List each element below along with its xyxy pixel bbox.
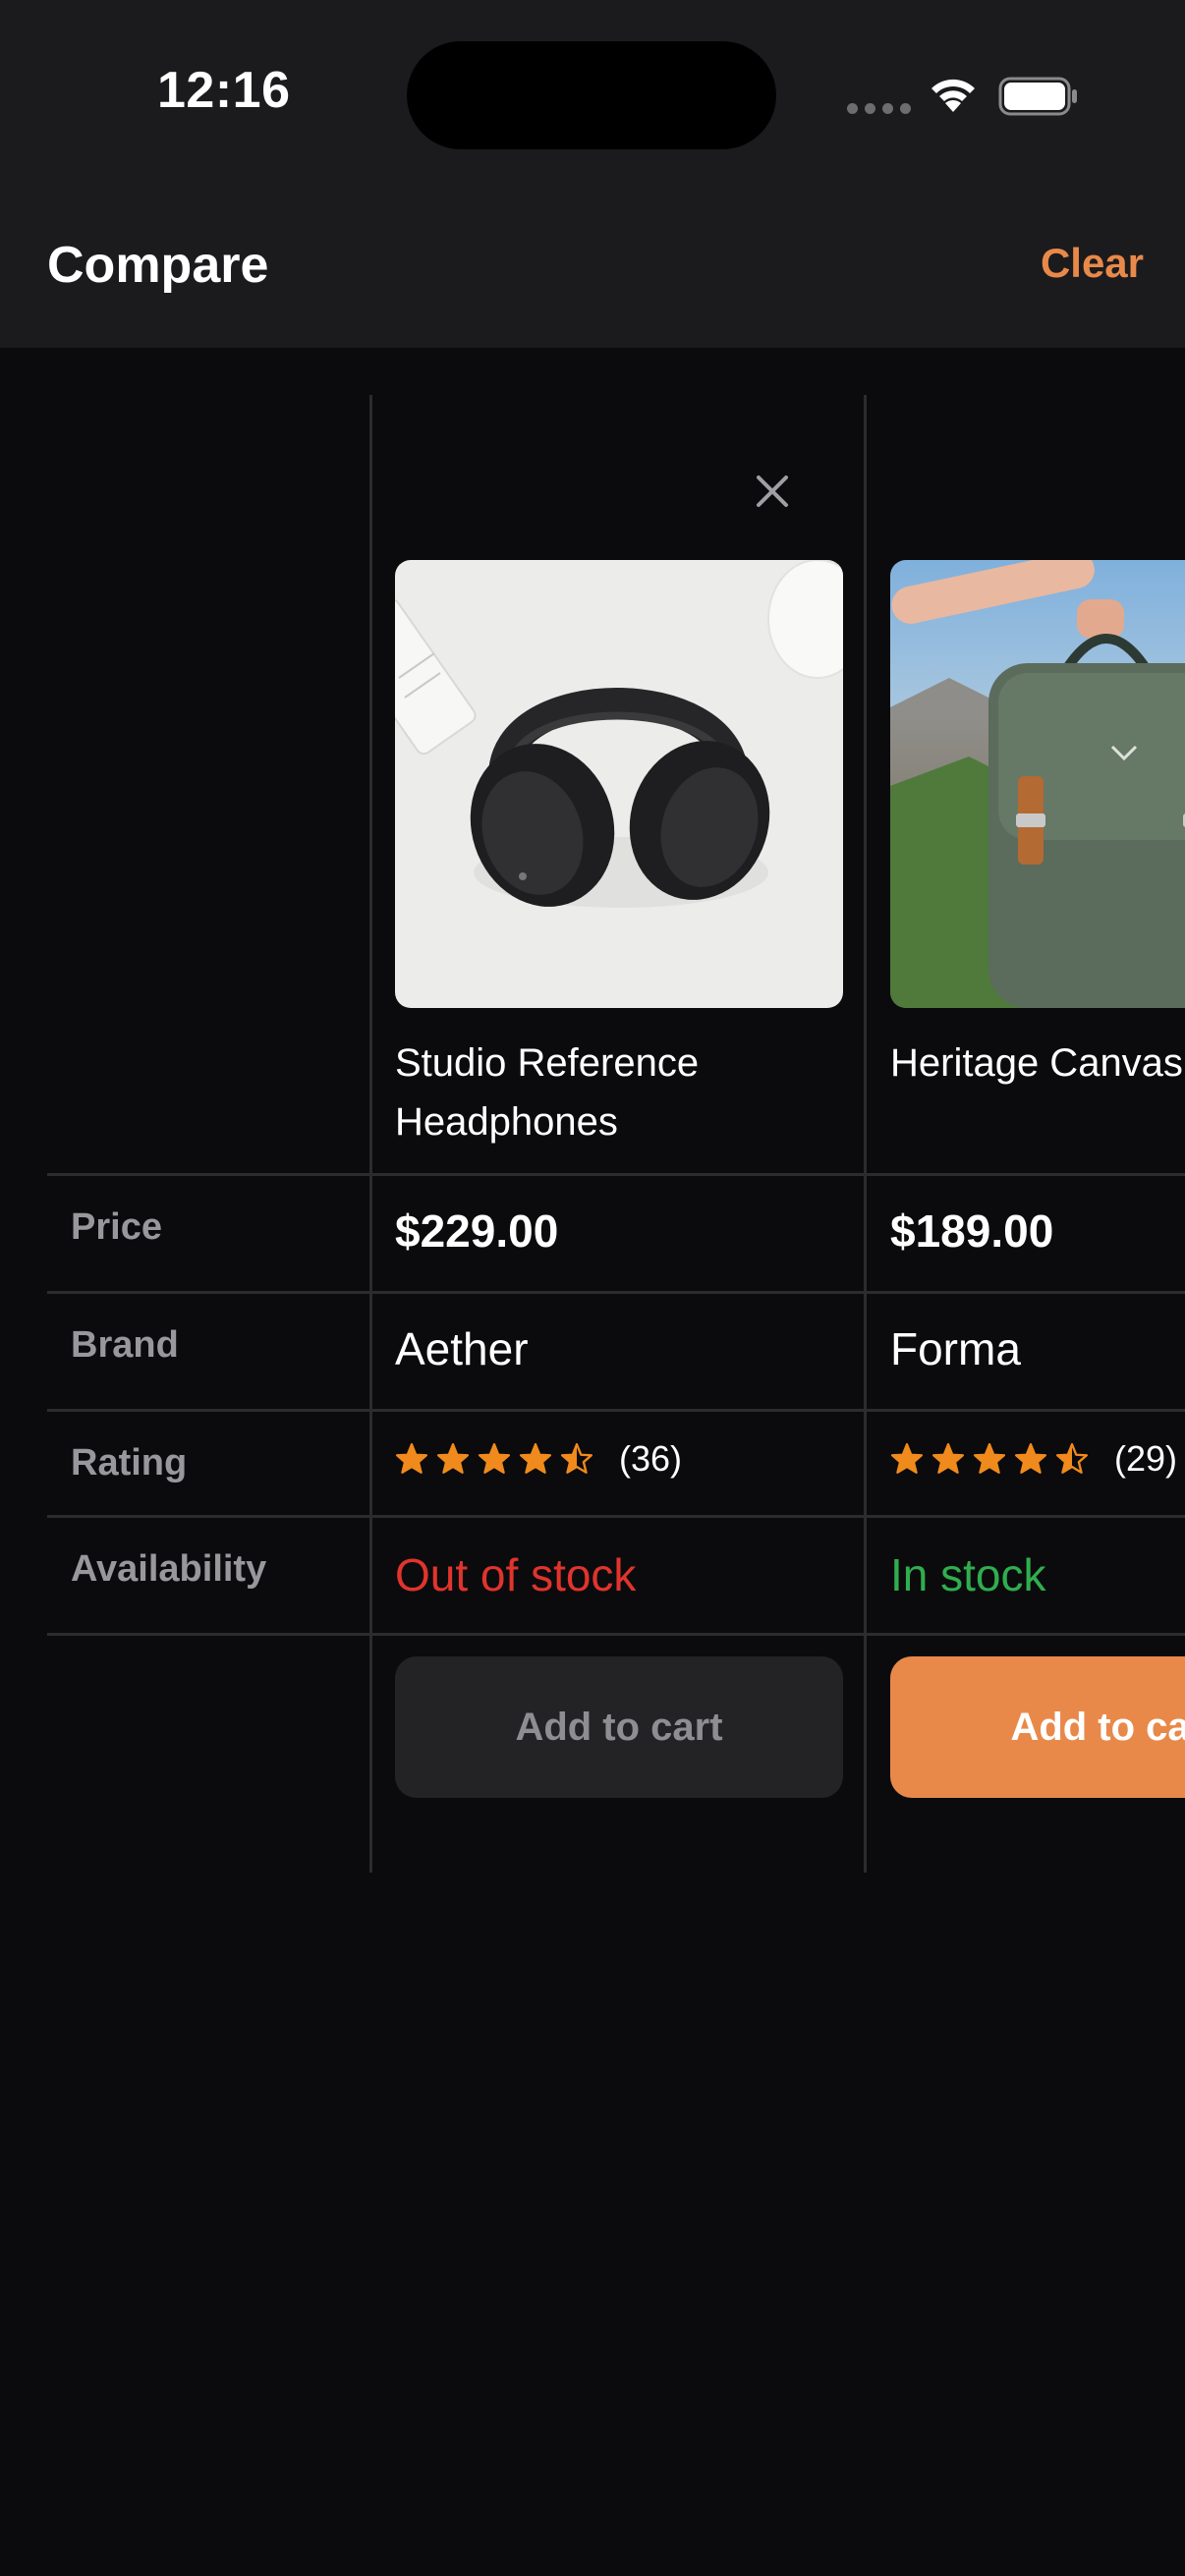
page-title: Compare	[47, 237, 269, 294]
star-icon	[395, 1442, 428, 1474]
availability-status: In stock	[890, 1549, 1046, 1600]
status-bar: 12:16	[0, 0, 1185, 196]
status-time: 12:16	[157, 62, 291, 119]
star-icon	[1055, 1442, 1089, 1474]
product-image-backpack[interactable]	[890, 560, 1185, 1008]
product-brand: Aether	[395, 1323, 529, 1374]
row-label-price: Price	[71, 1206, 162, 1248]
add-to-cart-button[interactable]: Add to cart	[395, 1656, 843, 1798]
row-divider	[47, 1173, 1185, 1176]
star-icon	[478, 1442, 511, 1474]
row-divider	[47, 1633, 1185, 1636]
product-price: $189.00	[890, 1205, 1054, 1257]
dynamic-island	[407, 41, 776, 149]
row-divider	[47, 1291, 1185, 1294]
column-divider	[864, 395, 867, 1873]
star-rating-icon	[890, 1442, 1097, 1476]
rating-count: (29)	[1114, 1438, 1178, 1479]
star-icon	[890, 1442, 924, 1474]
star-icon	[1014, 1442, 1047, 1474]
wifi-icon	[931, 79, 975, 112]
product-name[interactable]: Studio Reference Headphones	[395, 1034, 699, 1151]
battery-icon	[998, 77, 1077, 116]
row-label-brand: Brand	[71, 1324, 179, 1366]
add-to-cart-button[interactable]: Add to cart	[890, 1656, 1185, 1798]
product-image-headphones[interactable]	[395, 560, 843, 1008]
rating-count: (36)	[619, 1438, 683, 1479]
product-brand: Forma	[890, 1323, 1021, 1374]
availability-status: Out of stock	[395, 1549, 637, 1600]
star-rating-icon	[395, 1442, 601, 1476]
product-rating: (36)	[395, 1438, 682, 1480]
product-price: $229.00	[395, 1205, 559, 1257]
star-icon	[973, 1442, 1006, 1474]
remove-product-button[interactable]	[745, 464, 800, 519]
star-icon	[931, 1442, 965, 1474]
star-icon	[436, 1442, 470, 1474]
clear-button[interactable]: Clear	[1041, 240, 1144, 287]
navigation-bar: Compare Clear	[0, 196, 1185, 348]
row-divider	[47, 1409, 1185, 1412]
cellular-signal-icon	[847, 103, 911, 114]
product-rating: (29)	[890, 1438, 1177, 1480]
column-divider	[369, 395, 372, 1873]
row-label-rating: Rating	[71, 1442, 188, 1484]
star-icon	[560, 1442, 593, 1474]
row-label-availability: Availability	[71, 1548, 267, 1590]
star-icon	[519, 1442, 552, 1474]
compare-table[interactable]: Price Brand Rating Availability Studio R…	[0, 348, 1185, 2576]
row-divider	[47, 1515, 1185, 1518]
product-name[interactable]: Heritage Canvas Backpack	[890, 1034, 1185, 1092]
